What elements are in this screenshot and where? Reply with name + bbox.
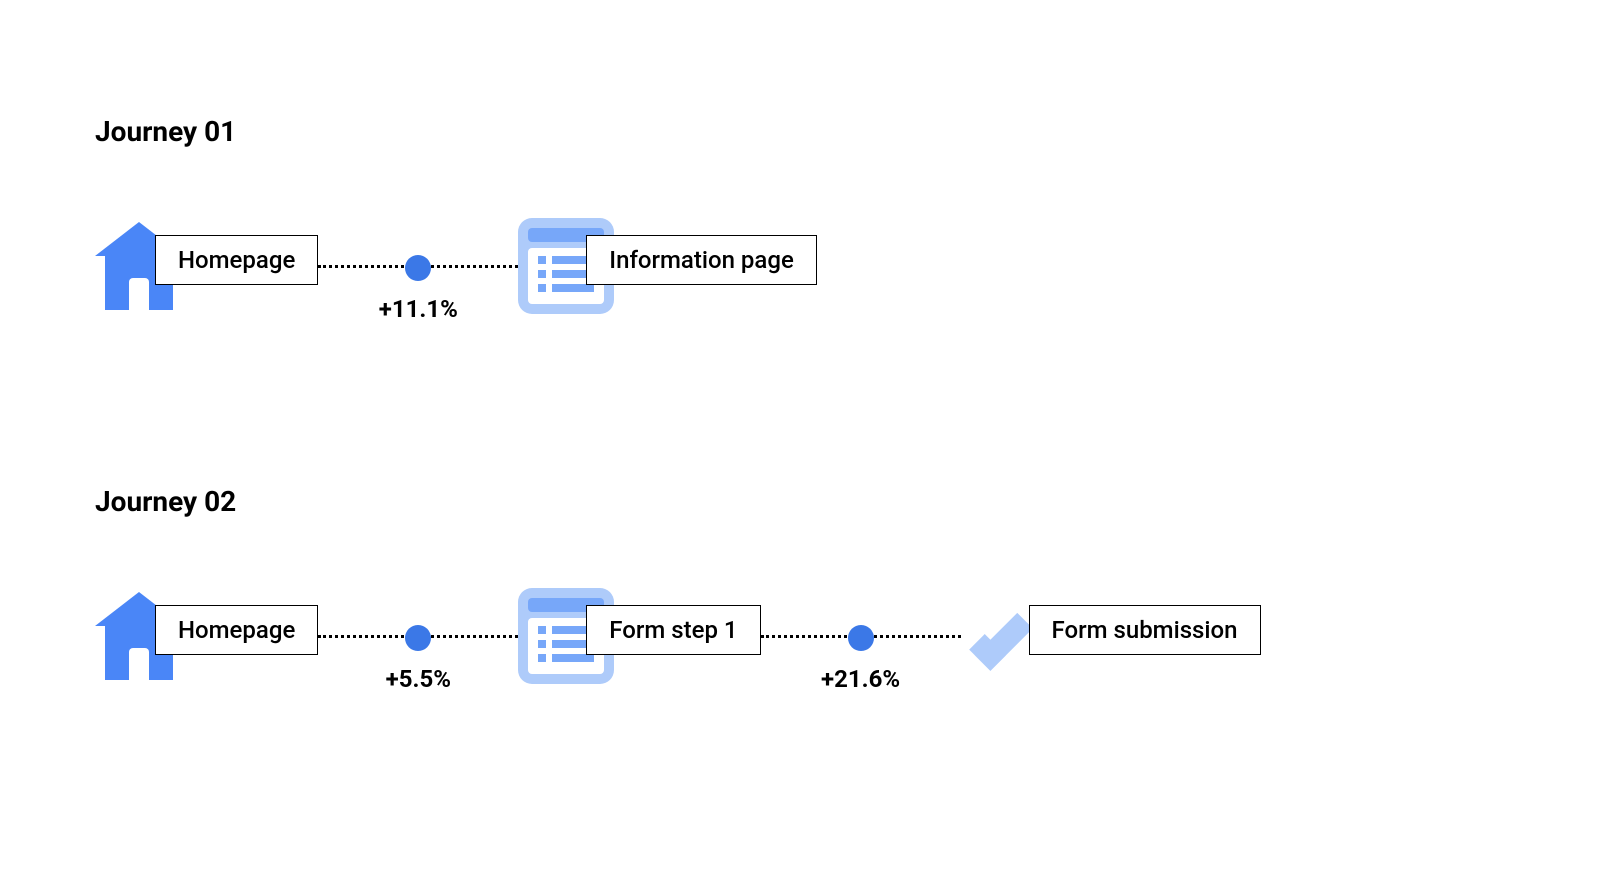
- node-form-submission: Form submission: [961, 588, 1261, 684]
- node-label: Information page: [586, 235, 817, 285]
- journey-flow: Homepage +11.1% Information page: [95, 218, 817, 314]
- node-label: Form step 1: [586, 605, 760, 655]
- node-information-page: Information page: [518, 218, 817, 314]
- connector: +21.6%: [761, 635, 961, 638]
- percentage-label: +21.6%: [821, 665, 900, 693]
- dot-marker: [848, 625, 874, 651]
- percentage-label: +11.1%: [379, 295, 458, 323]
- journey-01: Journey 01 Homepage +11.1%: [95, 115, 817, 314]
- journey-title: Journey 02: [95, 485, 1261, 518]
- dot-marker: [405, 255, 431, 281]
- connector: +5.5%: [318, 635, 518, 638]
- node-label: Form submission: [1029, 605, 1261, 655]
- node-label: Homepage: [155, 605, 318, 655]
- dot-marker: [405, 625, 431, 651]
- node-form-step-1: Form step 1: [518, 588, 760, 684]
- dotted-line: [318, 265, 518, 268]
- journey-title: Journey 01: [95, 115, 817, 148]
- node-homepage: Homepage: [95, 592, 318, 680]
- percentage-label: +5.5%: [386, 665, 451, 693]
- dotted-line: [761, 635, 961, 638]
- journey-02: Journey 02 Homepage +5.5%: [95, 485, 1261, 684]
- connector: +11.1%: [318, 265, 518, 268]
- node-label: Homepage: [155, 235, 318, 285]
- dotted-line: [318, 635, 518, 638]
- node-homepage: Homepage: [95, 222, 318, 310]
- journey-flow: Homepage +5.5% Form step 1: [95, 588, 1261, 684]
